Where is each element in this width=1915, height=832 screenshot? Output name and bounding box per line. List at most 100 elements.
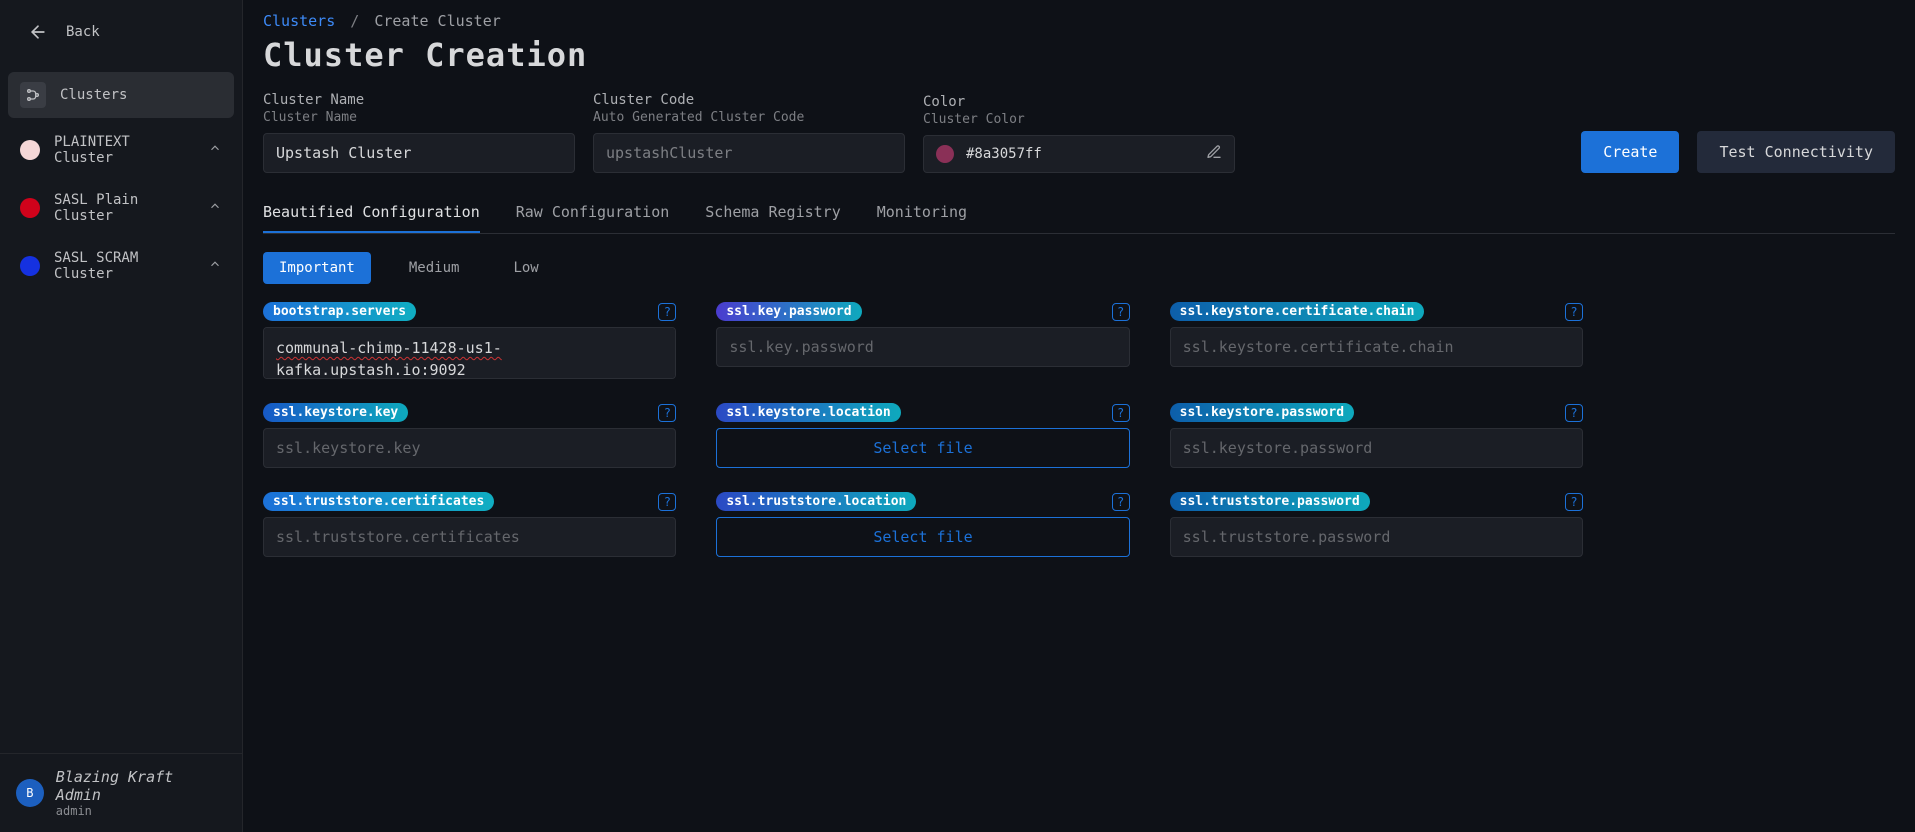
config-key-pill: ssl.keystore.certificate.chain <box>1170 302 1425 321</box>
help-icon[interactable]: ? <box>658 303 676 321</box>
color-input[interactable]: #8a3057ff <box>923 135 1235 173</box>
help-icon[interactable]: ? <box>1565 493 1583 511</box>
sidebar-footer: B Blazing Kraft Admin admin <box>0 753 242 832</box>
help-icon[interactable]: ? <box>1565 404 1583 422</box>
config-head: ssl.truststore.certificates? <box>263 492 676 511</box>
sidebar-cluster-1[interactable]: SASL Plain Cluster <box>8 182 234 234</box>
sidebar-item-clusters[interactable]: Clusters <box>8 72 234 118</box>
config-cell-ssl.truststore.location: ssl.truststore.location? Select file <box>716 492 1129 557</box>
field-cluster-code: Cluster Code Auto Generated Cluster Code <box>593 92 905 173</box>
config-key-pill: ssl.truststore.certificates <box>263 492 494 511</box>
tab-raw[interactable]: Raw Configuration <box>516 193 670 233</box>
config-key-pill: ssl.keystore.password <box>1170 403 1354 422</box>
config-key-pill: ssl.truststore.password <box>1170 492 1370 511</box>
field-cluster-name: Cluster Name Cluster Name <box>263 92 575 173</box>
field-label: Cluster Code <box>593 92 905 108</box>
importance-medium[interactable]: Medium <box>393 252 476 284</box>
config-input-ssl.truststore.certificates[interactable] <box>263 517 676 557</box>
config-key-pill: ssl.key.password <box>716 302 861 321</box>
help-icon[interactable]: ? <box>1112 303 1130 321</box>
breadcrumb-separator: / <box>350 12 359 30</box>
clusters-icon <box>20 82 46 108</box>
config-grid: bootstrap.servers?ssl.key.password?ssl.k… <box>263 302 1583 557</box>
test-connectivity-button[interactable]: Test Connectivity <box>1697 131 1895 173</box>
chevron-up-icon <box>208 141 222 159</box>
config-cell-ssl.truststore.certificates: ssl.truststore.certificates? <box>263 492 676 557</box>
page-title: Cluster Creation <box>263 36 1895 74</box>
config-head: ssl.keystore.certificate.chain? <box>1170 302 1583 321</box>
cluster-color-dot <box>20 256 40 276</box>
help-icon[interactable]: ? <box>1565 303 1583 321</box>
importance-low[interactable]: Low <box>497 252 554 284</box>
sidebar-cluster-0[interactable]: PLAINTEXT Cluster <box>8 124 234 176</box>
top-row: Cluster Name Cluster Name Cluster Code A… <box>263 92 1895 173</box>
color-hex: #8a3057ff <box>966 146 1194 162</box>
tab-monitoring[interactable]: Monitoring <box>877 193 967 233</box>
field-color: Color Cluster Color #8a3057ff <box>923 94 1235 173</box>
breadcrumb-root[interactable]: Clusters <box>263 12 335 30</box>
importance-important[interactable]: Important <box>263 252 371 284</box>
user-name: Blazing Kraft Admin <box>56 768 226 804</box>
arrow-left-icon <box>24 18 52 46</box>
tab-beautified[interactable]: Beautified Configuration <box>263 193 480 233</box>
config-key-pill: ssl.keystore.location <box>716 403 900 422</box>
field-label: Color <box>923 94 1235 110</box>
config-head: ssl.key.password? <box>716 302 1129 321</box>
help-icon[interactable]: ? <box>1112 404 1130 422</box>
field-desc: Auto Generated Cluster Code <box>593 110 905 125</box>
importance-filter: Important Medium Low <box>263 252 1895 284</box>
select-file-button[interactable]: Select file <box>716 428 1129 468</box>
sidebar-nav: Clusters PLAINTEXT Cluster SASL Plain Cl… <box>0 72 242 298</box>
config-head: bootstrap.servers? <box>263 302 676 321</box>
config-input-bootstrap.servers[interactable] <box>263 327 676 379</box>
help-icon[interactable]: ? <box>658 493 676 511</box>
config-head: ssl.keystore.password? <box>1170 403 1583 422</box>
config-head: ssl.truststore.location? <box>716 492 1129 511</box>
field-desc: Cluster Name <box>263 110 575 125</box>
chevron-up-icon <box>208 257 222 275</box>
field-desc: Cluster Color <box>923 112 1235 127</box>
config-cell-ssl.keystore.certificate.chain: ssl.keystore.certificate.chain? <box>1170 302 1583 379</box>
main-content: Clusters / Create Cluster Cluster Creati… <box>243 0 1915 832</box>
config-input-ssl.keystore.password[interactable] <box>1170 428 1583 468</box>
config-input-ssl.keystore.key[interactable] <box>263 428 676 468</box>
create-button[interactable]: Create <box>1581 131 1679 173</box>
sidebar-item-label: Clusters <box>60 87 127 103</box>
back-label: Back <box>66 24 100 40</box>
pencil-icon[interactable] <box>1206 144 1222 164</box>
select-file-button[interactable]: Select file <box>716 517 1129 557</box>
sidebar-item-label: PLAINTEXT Cluster <box>54 134 194 166</box>
sidebar-cluster-2[interactable]: SASL SCRAM Cluster <box>8 240 234 292</box>
config-input-ssl.truststore.password[interactable] <box>1170 517 1583 557</box>
config-head: ssl.truststore.password? <box>1170 492 1583 511</box>
color-swatch <box>936 145 954 163</box>
config-cell-ssl.keystore.key: ssl.keystore.key? <box>263 403 676 468</box>
user-block: Blazing Kraft Admin admin <box>56 768 226 818</box>
chevron-up-icon <box>208 199 222 217</box>
sidebar: Back Clusters PLAINTEXT Cluster SASL Pla… <box>0 0 243 832</box>
config-key-pill: bootstrap.servers <box>263 302 416 321</box>
config-input-ssl.keystore.certificate.chain[interactable] <box>1170 327 1583 367</box>
breadcrumb-current: Create Cluster <box>374 12 500 30</box>
sidebar-item-label: SASL SCRAM Cluster <box>54 250 194 282</box>
help-icon[interactable]: ? <box>658 404 676 422</box>
cluster-name-input[interactable] <box>263 133 575 173</box>
field-label: Cluster Name <box>263 92 575 108</box>
sidebar-item-label: SASL Plain Cluster <box>54 192 194 224</box>
config-head: ssl.keystore.location? <box>716 403 1129 422</box>
avatar[interactable]: B <box>16 779 44 807</box>
config-tabs: Beautified Configuration Raw Configurati… <box>263 193 1895 234</box>
help-icon[interactable]: ? <box>1112 493 1130 511</box>
breadcrumb: Clusters / Create Cluster <box>263 12 1895 30</box>
config-key-pill: ssl.keystore.key <box>263 403 408 422</box>
config-cell-bootstrap.servers: bootstrap.servers? <box>263 302 676 379</box>
cluster-color-dot <box>20 140 40 160</box>
user-sub: admin <box>56 804 226 818</box>
cluster-color-dot <box>20 198 40 218</box>
config-cell-ssl.keystore.location: ssl.keystore.location? Select file <box>716 403 1129 468</box>
config-input-ssl.key.password[interactable] <box>716 327 1129 367</box>
back-button[interactable]: Back <box>8 8 234 56</box>
cluster-code-input[interactable] <box>593 133 905 173</box>
tab-schema-registry[interactable]: Schema Registry <box>705 193 840 233</box>
config-cell-ssl.key.password: ssl.key.password? <box>716 302 1129 379</box>
